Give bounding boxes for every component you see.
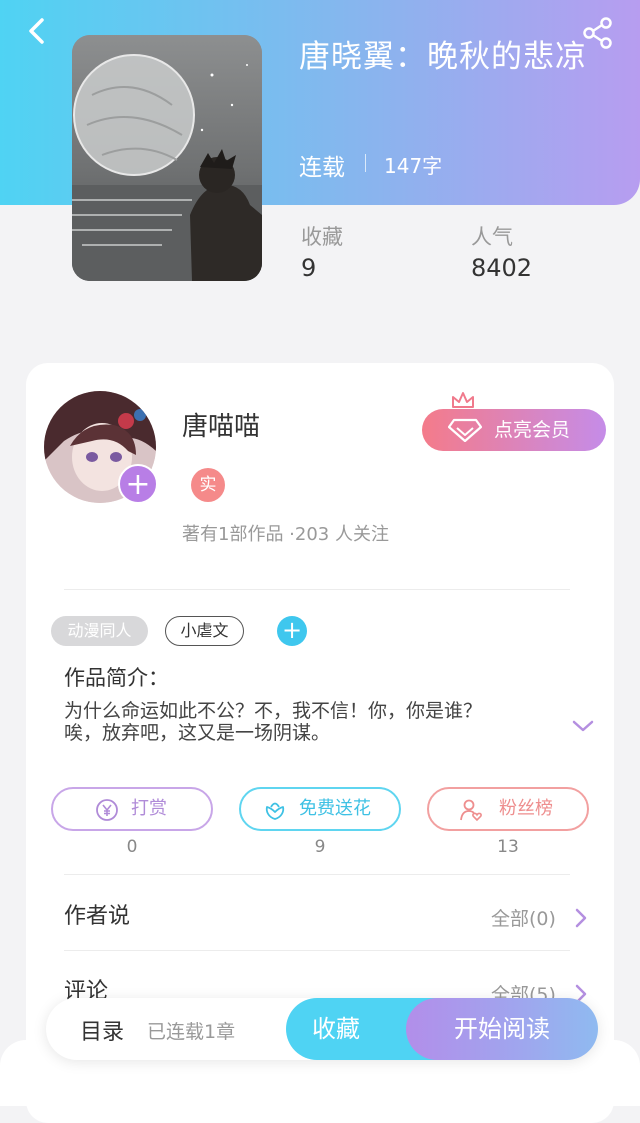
book-cover-image[interactable]	[72, 35, 262, 281]
plus-icon: +	[281, 616, 303, 644]
reward-count: 0	[126, 837, 138, 857]
fan-count: 13	[497, 837, 519, 857]
start-reading-label: 开始阅读	[454, 1015, 550, 1043]
verified-badge: 实	[191, 468, 225, 502]
favorites-label: 收藏	[301, 225, 343, 249]
flower-icon	[265, 802, 285, 820]
divider	[64, 950, 570, 951]
plus-icon: +	[125, 467, 151, 502]
popularity-label: 人气	[471, 225, 513, 249]
user-heart-icon	[460, 799, 482, 822]
divider	[64, 874, 570, 875]
author-note-title[interactable]: 作者说	[64, 898, 130, 930]
chevron-left-icon	[29, 18, 44, 44]
flower-count: 9	[314, 837, 326, 857]
synopsis-line: 唉，放弃吧，这又是一场阴谋。	[64, 722, 331, 744]
table-of-contents-button[interactable]: 目录	[80, 1014, 124, 1046]
synopsis-line: 为什么命运如此不公？不，我不信！你，你是谁？	[64, 700, 483, 722]
start-reading-button[interactable]: 开始阅读	[406, 998, 598, 1060]
chevron-down-icon[interactable]	[571, 718, 595, 734]
status-divider	[365, 154, 366, 172]
back-button[interactable]	[22, 14, 56, 48]
book-title: 唐晓翼：晚秋的悲凉	[299, 39, 587, 75]
vip-membership-button[interactable]: 点亮会员	[422, 409, 606, 451]
tag-anime-fanfic[interactable]: 动漫同人	[51, 616, 148, 646]
crown-icon	[452, 392, 474, 408]
diamond-icon	[448, 418, 482, 442]
serial-status: 连载	[299, 155, 345, 181]
favorites-count: 9	[301, 254, 317, 282]
chapter-count[interactable]: 已连载1章	[147, 1017, 235, 1044]
add-tag-button[interactable]: +	[277, 616, 307, 646]
divider	[64, 589, 570, 590]
fan-ranking-label: 粉丝榜	[499, 798, 553, 819]
synopsis-text: 为什么命运如此不公？不，我不信！你，你是谁？ 唉，放弃吧，这又是一场阴谋。	[64, 700, 544, 744]
reward-label: 打赏	[131, 798, 167, 819]
follow-author-button[interactable]: +	[118, 464, 158, 504]
vip-button-label: 点亮会员	[494, 419, 571, 441]
author-stats: 著有1部作品 ·203 人关注	[182, 524, 389, 545]
fan-ranking-button[interactable]: 粉丝榜	[427, 787, 589, 831]
yen-coin-icon	[96, 799, 118, 821]
send-flower-button[interactable]: 免费送花	[239, 787, 401, 831]
send-flower-label: 免费送花	[299, 798, 371, 819]
author-note-all-link[interactable]: 全部(0)	[491, 904, 556, 931]
reward-button[interactable]: 打赏	[51, 787, 213, 831]
collect-button-label: 收藏	[312, 1015, 360, 1043]
tag-sad-story[interactable]: 小虐文	[165, 616, 244, 646]
author-name[interactable]: 唐喵喵	[182, 406, 260, 443]
popularity-count: 8402	[471, 254, 533, 282]
word-count: 147字	[384, 154, 443, 178]
synopsis-title: 作品简介：	[64, 666, 169, 690]
chevron-right-icon[interactable]	[574, 907, 588, 929]
